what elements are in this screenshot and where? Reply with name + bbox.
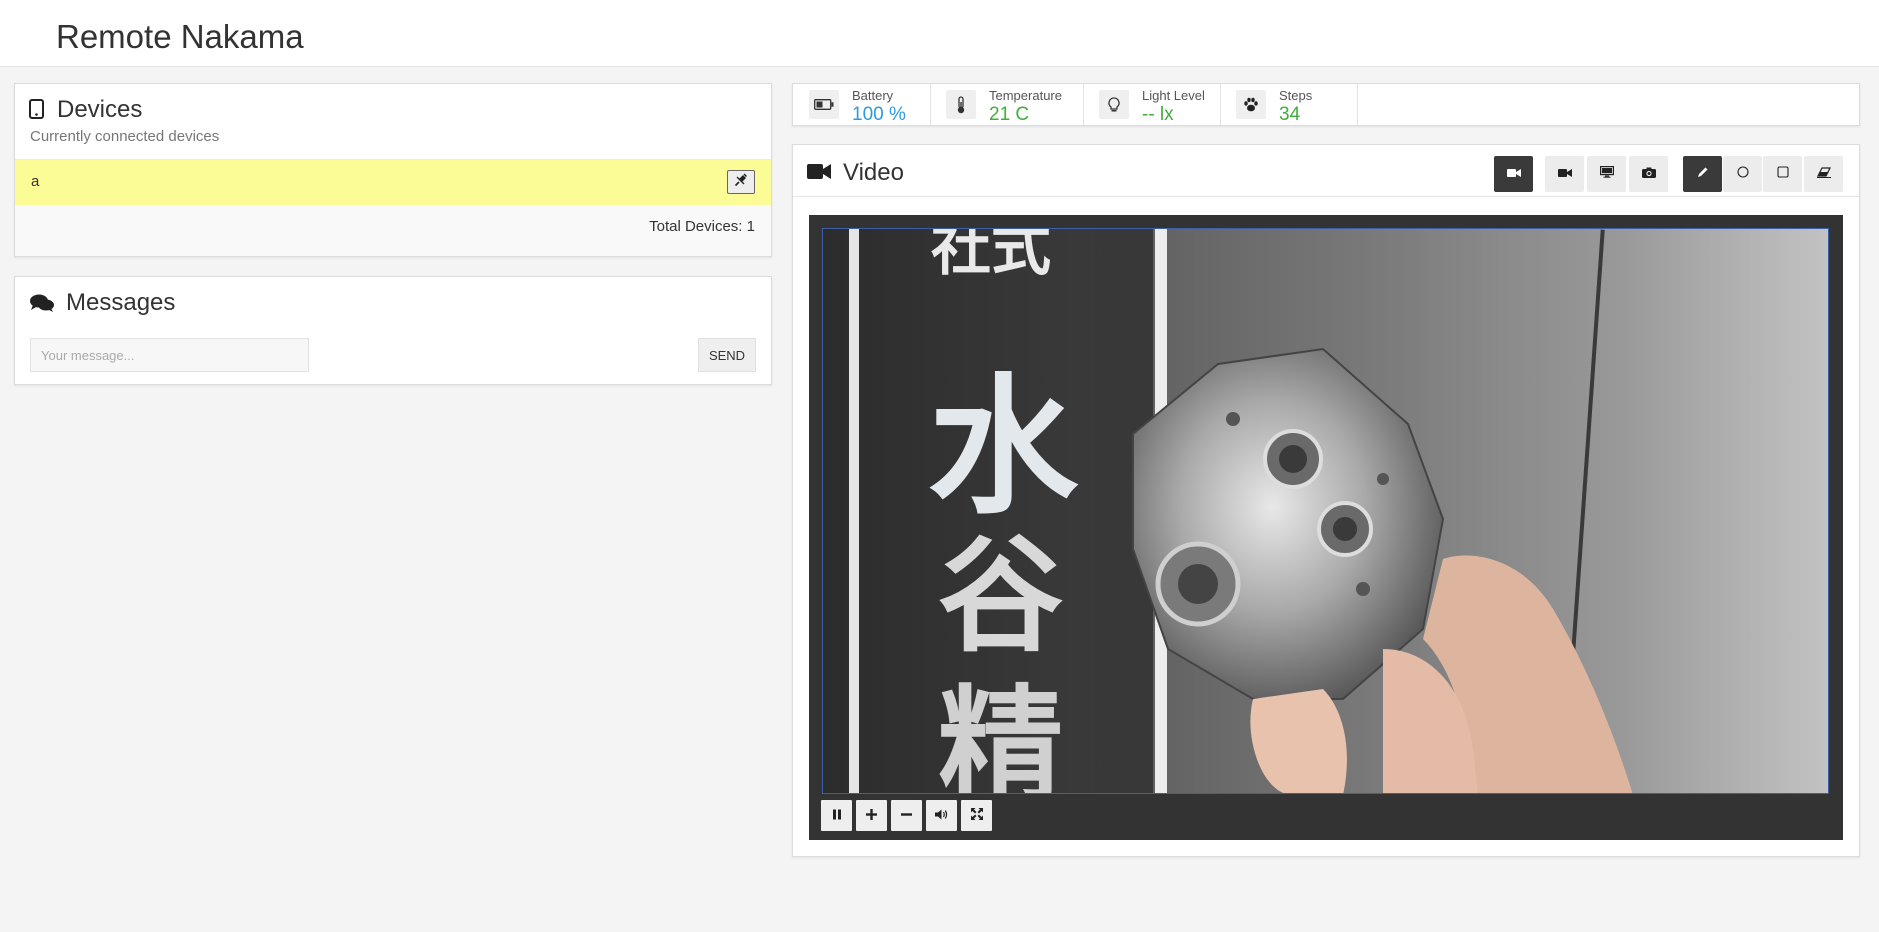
devices-panel: Devices Currently connected devices a To… <box>14 83 772 257</box>
thermometer-icon <box>946 90 976 119</box>
pen-tool-button[interactable] <box>1683 156 1722 192</box>
rectangle-tool-button[interactable] <box>1763 156 1802 192</box>
overlay-text-1: 社式 <box>931 229 1051 284</box>
device-name: a <box>31 173 40 190</box>
video-header-divider <box>793 196 1859 197</box>
comments-icon <box>29 293 55 318</box>
pencil-icon <box>1697 165 1709 183</box>
overlay-text-2: 水 <box>928 361 1079 535</box>
devices-footer: Total Devices: 1 <box>15 205 771 256</box>
stat-value: 34 <box>1279 104 1301 125</box>
video-camera-icon <box>807 163 831 185</box>
fullscreen-button[interactable] <box>961 800 992 831</box>
zoom-out-icon <box>901 807 912 825</box>
stat-value: 100 % <box>852 104 906 125</box>
pause-icon <box>832 807 842 825</box>
stat-label: Battery <box>852 88 894 103</box>
video-toggle-button[interactable] <box>1494 156 1533 192</box>
sensor-status-bar: Battery 100 % Temperature 21 C Light Lev… <box>792 83 1860 126</box>
monitor-icon <box>1599 165 1614 183</box>
eraser-icon <box>1816 165 1831 183</box>
video-camera-icon <box>1506 165 1521 183</box>
message-input[interactable] <box>30 338 309 372</box>
stat-battery: Battery 100 % <box>793 84 931 125</box>
stat-label: Light Level <box>1142 88 1205 103</box>
paw-icon <box>1236 90 1266 119</box>
stat-temperature: Temperature 21 C <box>930 84 1084 125</box>
stat-label: Temperature <box>989 88 1062 103</box>
screen-share-button[interactable] <box>1587 156 1626 192</box>
video-feed-image: 社式 水 谷 精 <box>823 229 1828 794</box>
overlay-text-3: 谷 <box>938 524 1063 669</box>
video-stage: 社式 水 谷 精 <box>809 215 1843 840</box>
messages-panel: Messages SEND <box>14 276 772 385</box>
devices-title: Devices <box>57 96 143 123</box>
stat-steps: Steps 34 <box>1220 84 1358 125</box>
tablet-icon <box>29 99 44 124</box>
square-icon <box>1776 165 1789 183</box>
snapshot-button[interactable] <box>1629 156 1668 192</box>
app-title: Remote Nakama <box>56 18 304 55</box>
disconnect-button[interactable] <box>727 170 755 194</box>
camera-source-button[interactable] <box>1545 156 1584 192</box>
overlay-text-4: 精 <box>938 674 1063 794</box>
volume-button[interactable] <box>926 800 957 831</box>
send-button[interactable]: SEND <box>698 338 756 372</box>
circle-icon <box>1736 165 1749 183</box>
total-devices: Total Devices: 1 <box>649 218 755 235</box>
plug-disconnect-icon <box>734 172 748 192</box>
video-title: Video <box>843 159 904 186</box>
video-frame[interactable]: 社式 水 谷 精 <box>822 228 1829 794</box>
top-navbar: Remote Nakama <box>0 0 1879 67</box>
stat-value: -- lx <box>1142 104 1174 125</box>
lightbulb-icon <box>1099 90 1129 119</box>
eraser-tool-button[interactable] <box>1804 156 1843 192</box>
fullscreen-icon <box>970 807 983 825</box>
device-row[interactable]: a <box>15 159 771 206</box>
stat-light-level: Light Level -- lx <box>1083 84 1221 125</box>
volume-icon <box>935 807 948 825</box>
stat-label: Steps <box>1279 88 1313 103</box>
battery-icon <box>809 90 839 119</box>
stat-value: 21 C <box>989 104 1030 125</box>
pause-button[interactable] <box>821 800 852 831</box>
zoom-out-button[interactable] <box>891 800 922 831</box>
circle-tool-button[interactable] <box>1723 156 1762 192</box>
messages-title: Messages <box>66 289 176 316</box>
devices-subtitle: Currently connected devices <box>30 128 220 145</box>
zoom-in-button[interactable] <box>856 800 887 831</box>
zoom-in-icon <box>866 807 877 825</box>
video-camera-icon <box>1557 165 1572 183</box>
video-panel: Video 社式 水 谷 精 <box>792 144 1860 857</box>
camera-icon <box>1641 165 1656 183</box>
